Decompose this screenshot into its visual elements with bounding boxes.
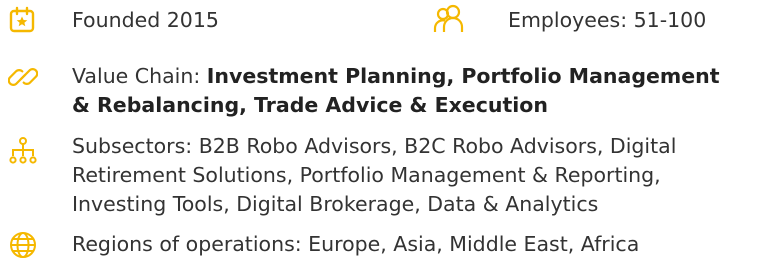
subsectors-text: Subsectors: B2B Robo Advisors, B2C Robo … — [72, 132, 676, 219]
globe-icon — [8, 230, 38, 260]
value-chain-text: Value Chain: Investment Planning, Portfo… — [72, 62, 720, 120]
calendar-star-icon — [8, 6, 36, 34]
value-chain-prefix: Value Chain: — [72, 64, 207, 88]
people-icon — [432, 4, 466, 34]
subsectors-line2: Retirement Solutions, Portfolio Manageme… — [72, 163, 661, 187]
hierarchy-icon — [8, 136, 38, 166]
regions-text: Regions of operations: Europe, Asia, Mid… — [72, 232, 640, 256]
value-chain-items-line2: & Rebalancing, Trade Advice & Execution — [72, 93, 548, 117]
employees-text: Employees: 51-100 — [508, 8, 707, 32]
value-chain-items-line1: Investment Planning, Portfolio Managemen… — [206, 64, 720, 88]
subsectors-line1: Subsectors: B2B Robo Advisors, B2C Robo … — [72, 134, 677, 158]
founded-text: Founded 2015 — [72, 8, 219, 32]
link-icon — [8, 62, 38, 92]
subsectors-line3: Investing Tools, Digital Brokerage, Data… — [72, 192, 599, 216]
